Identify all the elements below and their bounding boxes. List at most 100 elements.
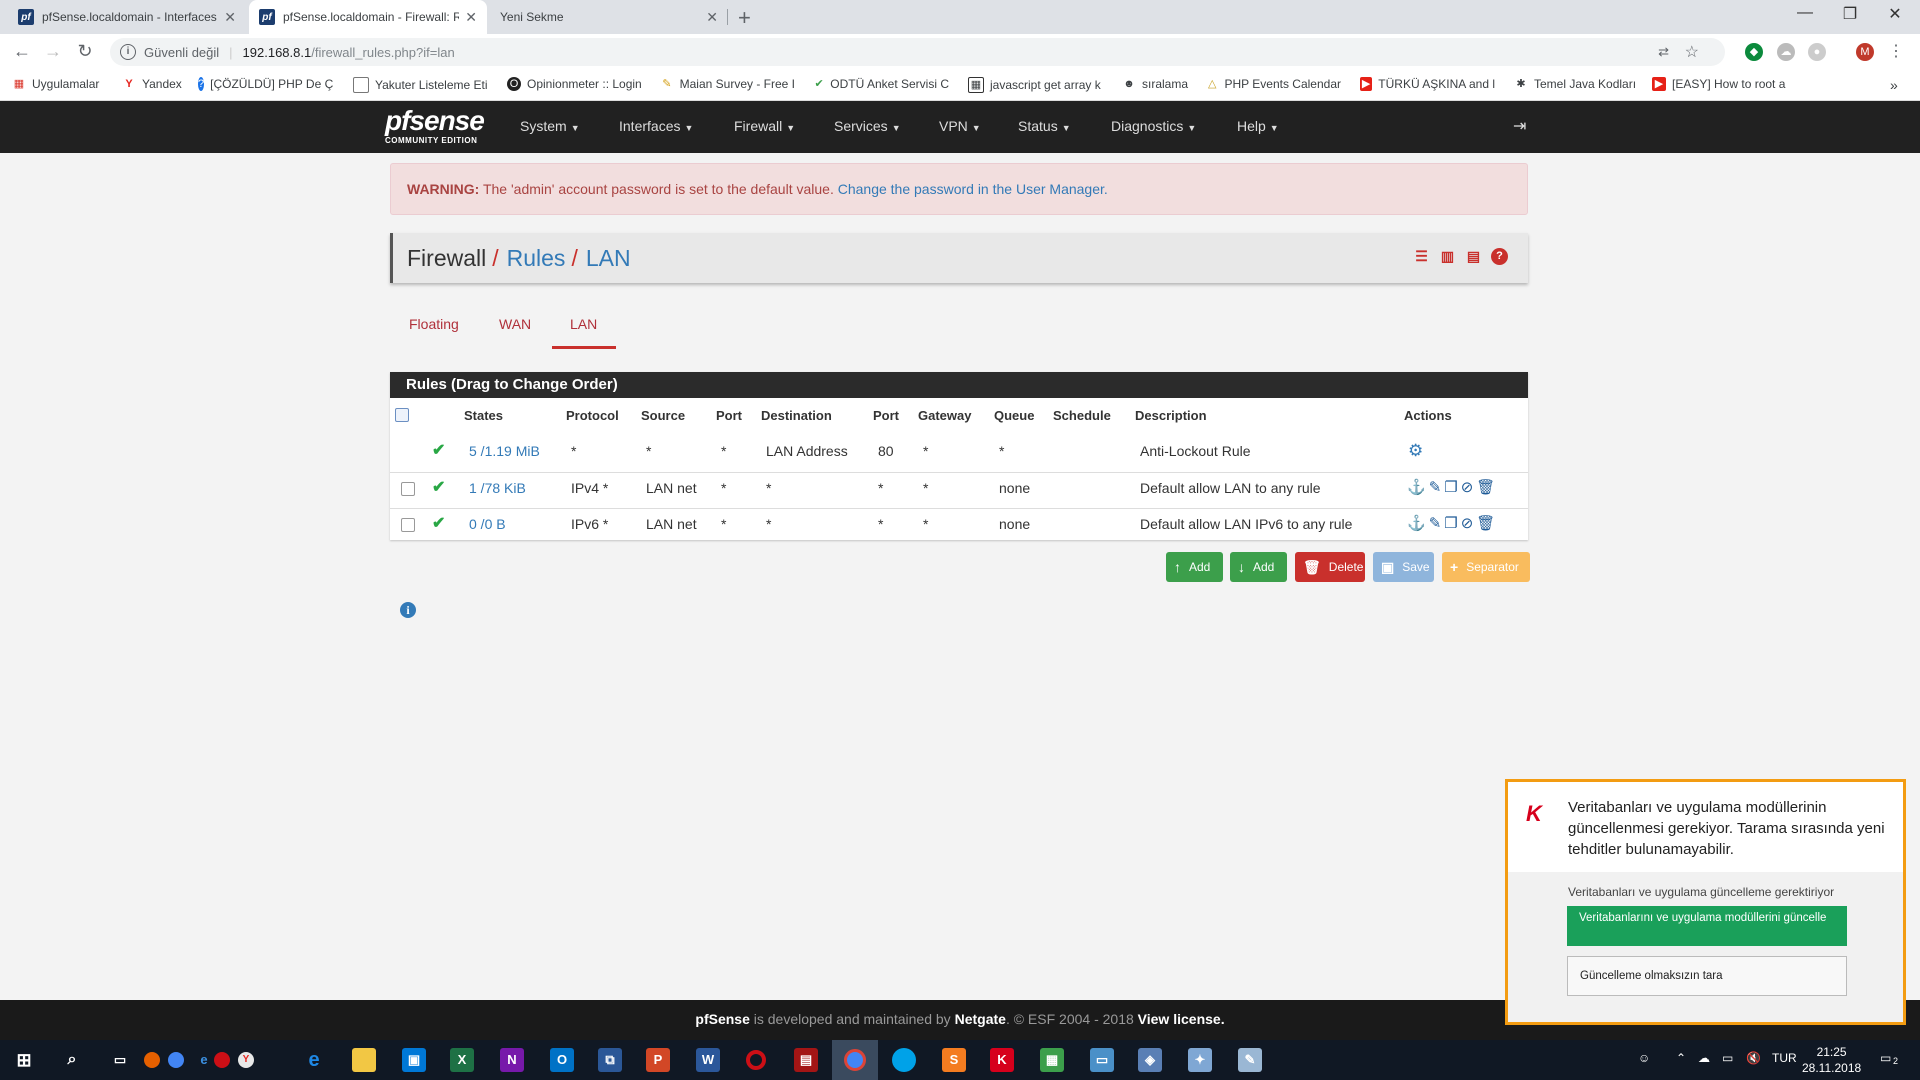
bookmark-star-icon[interactable]: ☆ — [1685, 42, 1699, 62]
windows-start-icon[interactable]: ⊞ — [12, 1048, 36, 1072]
task-view-icon[interactable]: ▭ — [108, 1048, 132, 1072]
menu-system[interactable]: System ▼ — [520, 118, 580, 134]
bookmark-item[interactable]: Yakuter Listeleme Eti — [353, 77, 488, 93]
trash-icon[interactable]: 🗑 — [1476, 473, 1495, 503]
disable-icon[interactable]: ⊘ — [1461, 473, 1474, 503]
menu-help[interactable]: Help ▼ — [1237, 118, 1279, 134]
pfsense-logo[interactable]: pfsense COMMUNITY EDITION — [385, 106, 485, 146]
bookmark-item[interactable]: ✎ Maian Survey - Free I — [660, 77, 795, 91]
forward-arrow-icon[interactable]: → — [41, 41, 65, 62]
system-clock[interactable]: 21:25 28.11.2018 — [1802, 1044, 1861, 1076]
bookmark-item[interactable]: ✱ Temel Java Kodları — [1514, 77, 1636, 91]
menu-firewall[interactable]: Firewall ▼ — [734, 118, 795, 134]
bookmark-item[interactable]: ▶ TÜRKÜ AŞKINA and l — [1360, 77, 1495, 91]
row-checkbox[interactable] — [401, 473, 415, 496]
bookmark-item[interactable]: ? [ÇÖZÜLDÜ] PHP De Ç — [198, 77, 333, 91]
table-row[interactable]: ✔ 5 /1.19 MiB * * * LAN Address 80 * * A… — [390, 436, 1528, 466]
view-license-link[interactable]: View license. — [1138, 1011, 1225, 1027]
menu-status[interactable]: Status ▼ — [1018, 118, 1071, 134]
row-checkbox[interactable] — [401, 509, 415, 532]
bookmark-item[interactable]: △ PHP Events Calendar — [1206, 77, 1341, 91]
language-indicator[interactable]: TUR — [1772, 1051, 1797, 1065]
breadcrumb-lan[interactable]: LAN — [586, 245, 631, 272]
separator-button[interactable]: + Separator — [1442, 552, 1530, 582]
installer-icon[interactable]: ▦ — [1040, 1048, 1064, 1072]
scan-without-update-button[interactable]: Güncelleme olmaksızın tara — [1567, 956, 1847, 996]
cloud-extension-icon[interactable]: ☁ — [1777, 43, 1795, 61]
chrome-icon[interactable] — [168, 1052, 184, 1068]
sliders-icon[interactable]: ☰ — [1413, 248, 1430, 265]
save-button[interactable]: ▣ Save — [1373, 552, 1434, 582]
bookmark-item[interactable]: ▶ [EASY] How to root a — [1652, 77, 1787, 91]
bar-chart-icon[interactable]: ▥ — [1439, 248, 1456, 265]
network-app-icon[interactable]: ⧉ — [598, 1048, 622, 1072]
show-hidden-icons-chevron[interactable]: ⌃ — [1676, 1051, 1686, 1065]
back-arrow-icon[interactable]: ← — [10, 41, 34, 62]
chrome-taskbar-active[interactable] — [832, 1040, 878, 1080]
browser-tab-firewall-rules[interactable]: pf pfSense.localdomain - Firewall: Rules… — [249, 0, 487, 34]
info-icon[interactable]: i — [400, 602, 416, 618]
bookmark-item[interactable]: ☻ sıralama — [1122, 77, 1188, 91]
edit-pencil-icon[interactable]: ✎ — [1429, 473, 1442, 503]
select-all-checkbox[interactable] — [395, 406, 409, 422]
disable-icon[interactable]: ⊘ — [1461, 509, 1474, 539]
powerpoint-icon[interactable]: P — [646, 1048, 670, 1072]
close-tab-icon[interactable]: ✕ — [224, 9, 236, 26]
gear-icon[interactable]: ⚙ — [1408, 436, 1423, 466]
outlook-icon[interactable]: O — [550, 1048, 574, 1072]
kebab-menu-icon[interactable]: ⋮ — [1887, 43, 1905, 61]
monitor-app-icon[interactable]: ▤ — [794, 1048, 818, 1072]
logout-icon[interactable]: ⇥ — [1513, 116, 1526, 136]
notification-center-icon[interactable]: ▭ — [1880, 1051, 1891, 1065]
reload-icon[interactable]: ↻ — [73, 41, 97, 62]
delete-button[interactable]: 🗑 Delete — [1295, 552, 1365, 582]
remote-desktop-icon[interactable]: ▭ — [1090, 1048, 1114, 1072]
shield-extension-icon[interactable]: ◆ — [1745, 43, 1763, 61]
change-password-link[interactable]: Change the password in the User Manager. — [838, 181, 1108, 197]
address-bar[interactable]: i Güvenli değil | 192.168.8.1/firewall_r… — [110, 38, 1725, 66]
kaspersky-taskbar-icon[interactable]: K — [990, 1048, 1014, 1072]
info-icon[interactable]: i — [120, 44, 136, 60]
paint-tool-icon[interactable]: ✎ — [1238, 1048, 1262, 1072]
table-row[interactable]: ✔ 0 /0 B IPv6 * LAN net * * * * none Def… — [390, 508, 1528, 539]
bookmark-item[interactable]: Y Yandex — [122, 77, 181, 91]
firefox-icon[interactable] — [144, 1052, 160, 1068]
add-top-button[interactable]: ↑ Add — [1166, 552, 1223, 582]
copy-icon[interactable]: ❐ — [1444, 509, 1457, 539]
volume-muted-icon[interactable]: 🔇 — [1746, 1051, 1761, 1065]
bookmark-item[interactable]: ✔ ODTÜ Anket Servisi C — [814, 77, 949, 91]
bookmark-apps[interactable]: ▦ Uygulamalar — [12, 77, 100, 91]
netgate-link[interactable]: Netgate — [955, 1011, 1006, 1027]
anchor-icon[interactable]: ⚓ — [1407, 473, 1426, 503]
file-explorer-icon[interactable] — [352, 1048, 376, 1072]
anchor-icon[interactable]: ⚓ — [1407, 509, 1426, 539]
table-row[interactable]: ✔ 1 /78 KiB IPv4 * LAN net * * * * none … — [390, 472, 1528, 503]
new-tab-plus-icon[interactable]: + — [738, 5, 751, 31]
internet-explorer-icon[interactable]: e — [192, 1048, 216, 1072]
onedrive-icon[interactable]: ☁ — [1698, 1051, 1710, 1065]
bookmark-item[interactable]: O Opinionmeter :: Login — [507, 77, 642, 91]
yandex-browser-icon[interactable]: Y — [238, 1052, 254, 1068]
edit-pencil-icon[interactable]: ✎ — [1429, 509, 1442, 539]
menu-interfaces[interactable]: Interfaces ▼ — [619, 118, 693, 134]
rule-states[interactable]: 0 /0 B — [469, 509, 506, 539]
browser-tab-new[interactable]: Yeni Sekme ✕ — [490, 0, 728, 34]
settings-tool-icon[interactable]: ✦ — [1188, 1048, 1212, 1072]
close-window-icon[interactable]: ✕ — [1875, 4, 1915, 24]
people-icon[interactable]: ☺ — [1638, 1051, 1650, 1065]
circle-extension-icon[interactable]: ● — [1808, 43, 1826, 61]
edge-icon[interactable]: e — [302, 1048, 326, 1072]
tab-lan[interactable]: LAN — [570, 316, 597, 332]
menu-vpn[interactable]: VPN ▼ — [939, 118, 981, 134]
copy-icon[interactable]: ❐ — [1444, 473, 1457, 503]
profile-avatar[interactable]: M — [1856, 43, 1874, 61]
help-icon[interactable]: ? — [1491, 248, 1508, 265]
bookmarks-overflow-icon[interactable]: » — [1890, 77, 1898, 93]
opera-icon[interactable] — [214, 1052, 230, 1068]
add-bottom-button[interactable]: ↓ Add — [1230, 552, 1287, 582]
network-icon[interactable]: ▭ — [1722, 1051, 1733, 1065]
tab-wan[interactable]: WAN — [499, 316, 531, 332]
opera-taskbar-icon[interactable] — [746, 1050, 766, 1070]
browser-tab-interfaces[interactable]: pf pfSense.localdomain - Interfaces ✕ — [8, 0, 246, 34]
breadcrumb-rules[interactable]: Rules — [507, 245, 566, 272]
